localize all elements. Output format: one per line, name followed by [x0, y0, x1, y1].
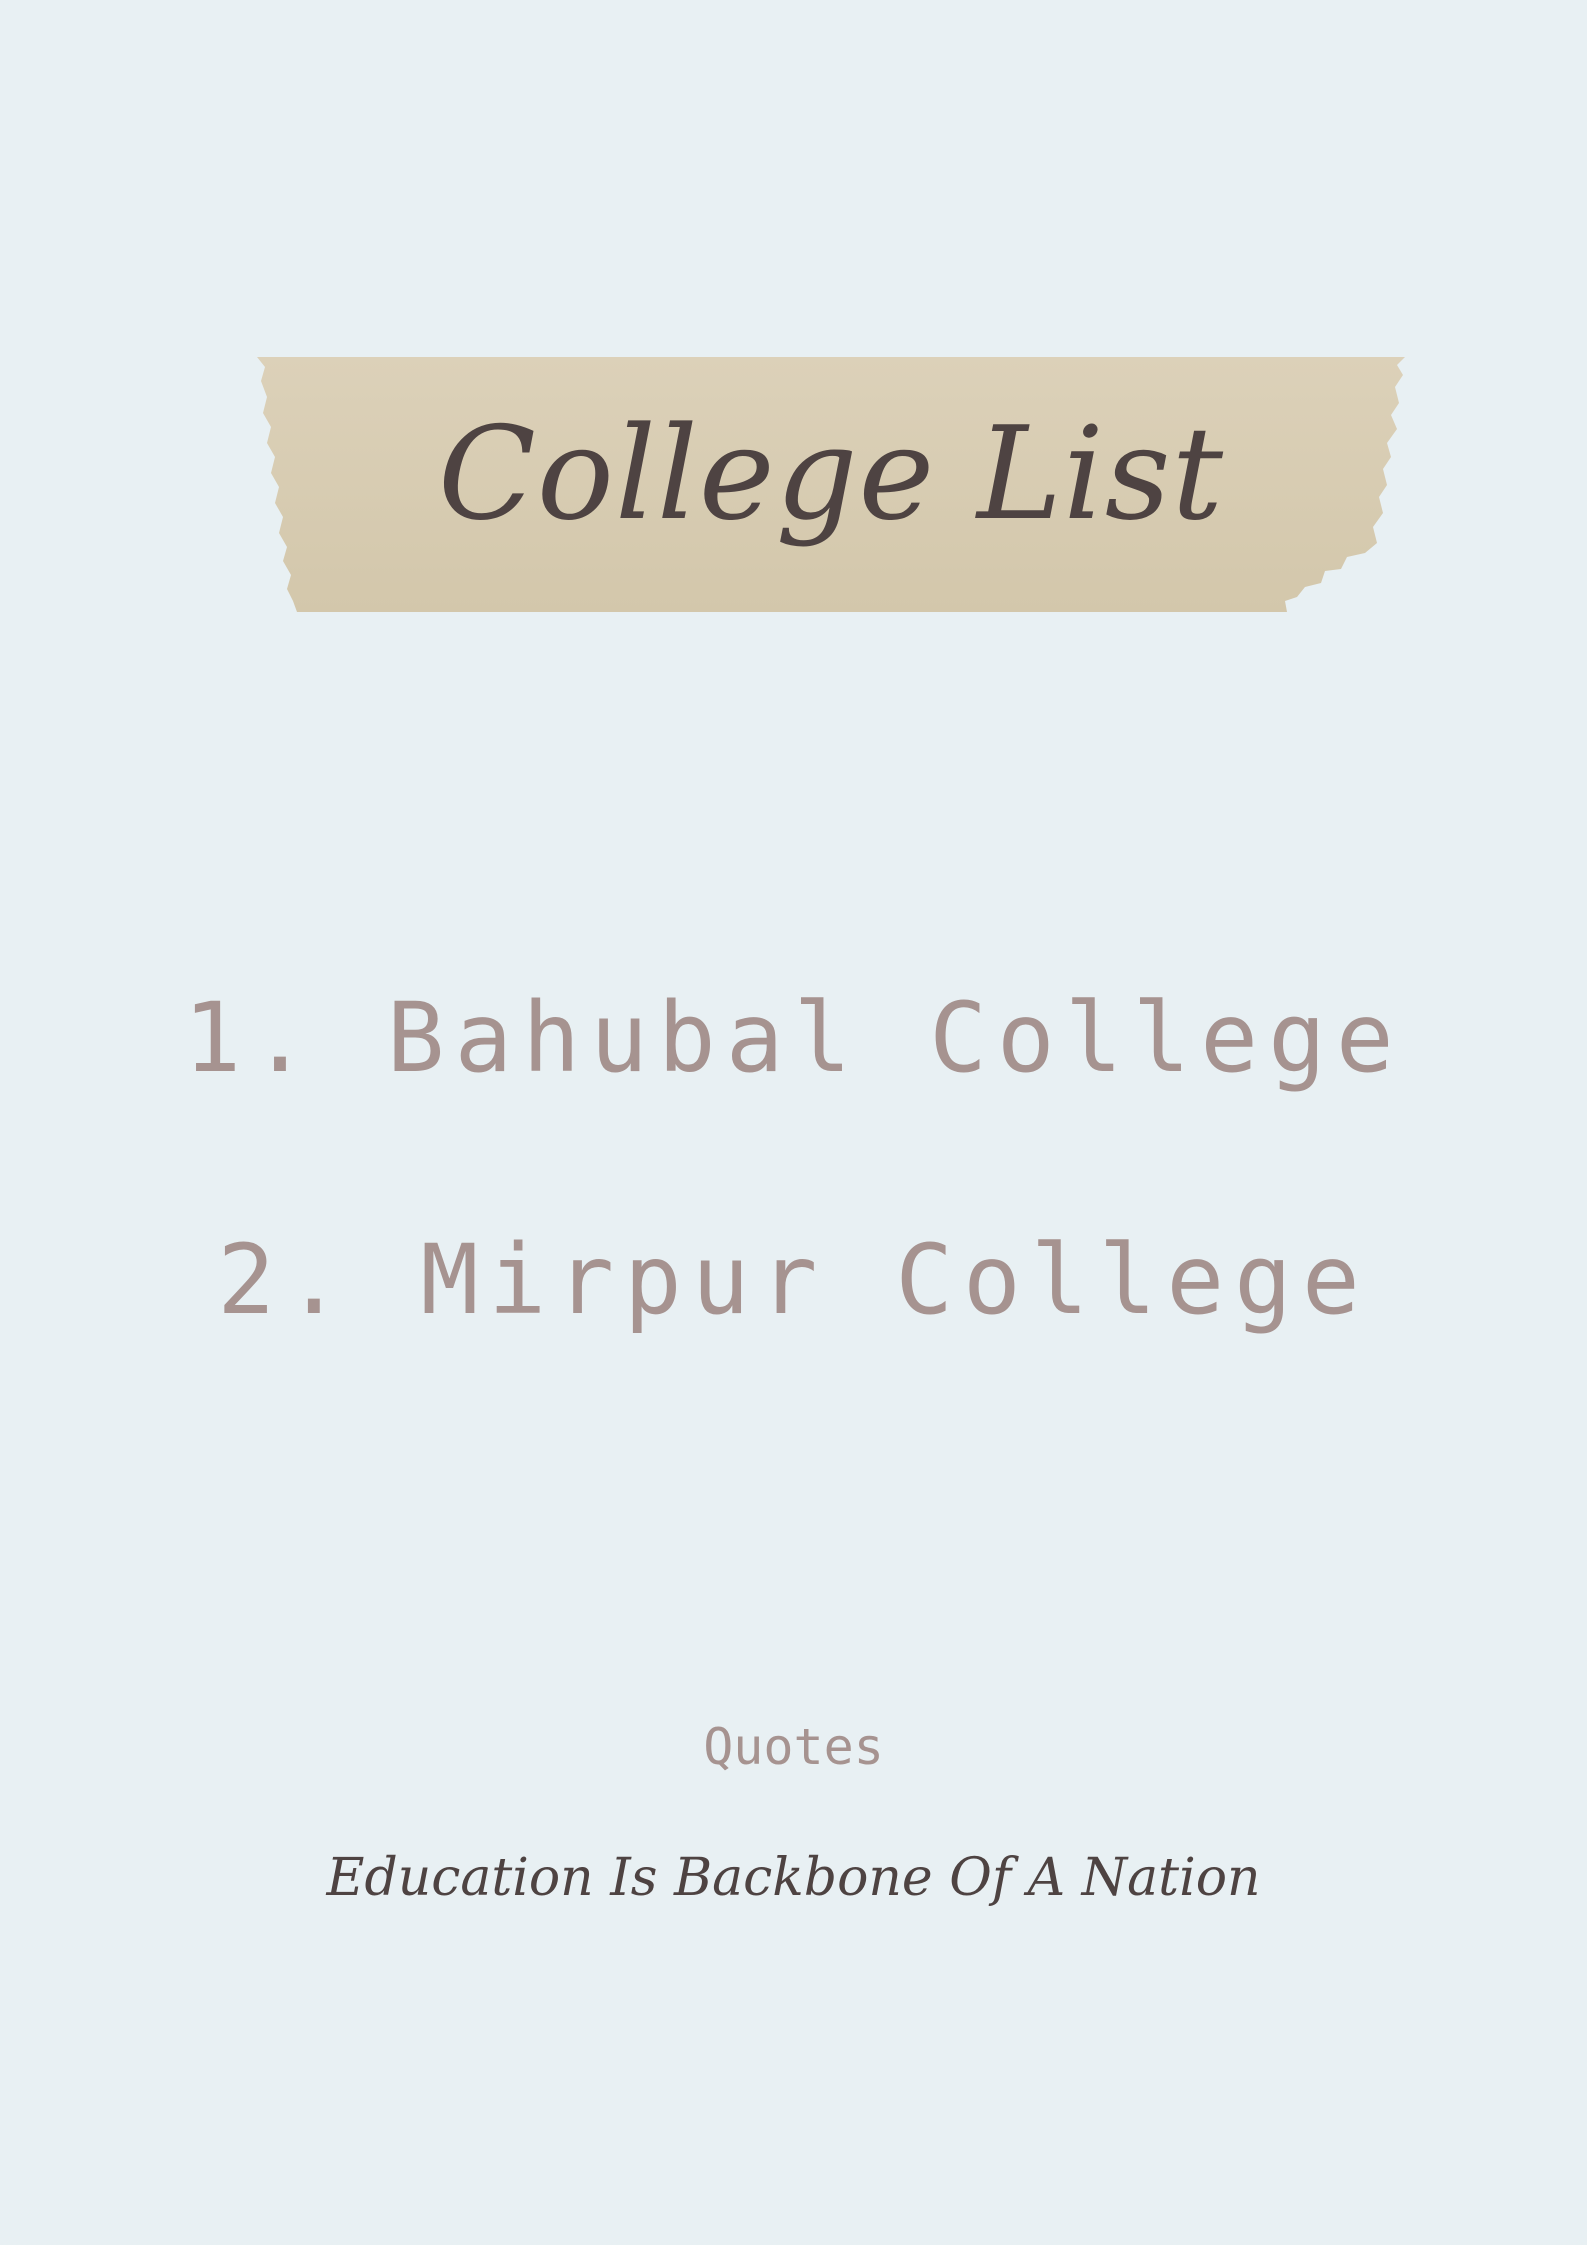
quotes-heading: Quotes — [703, 1718, 884, 1776]
quote-text: Education Is Backbone Of A Nation — [326, 1848, 1261, 1908]
page-title: College List — [437, 400, 1225, 549]
list-item: 1. Bahubal College — [183, 982, 1404, 1094]
list-item: 2. Mirpur College — [217, 1224, 1370, 1336]
masking-tape-banner: College List — [257, 357, 1405, 612]
